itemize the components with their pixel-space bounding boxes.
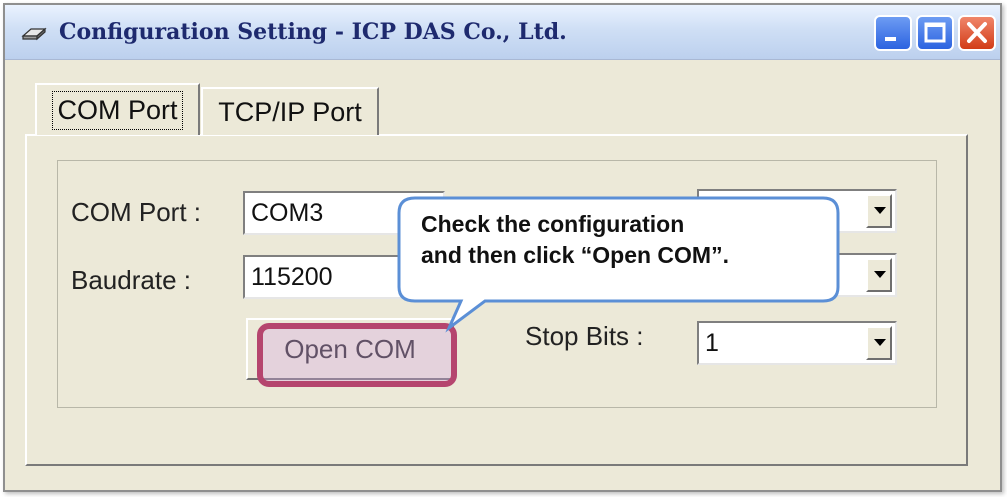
configuration-window: Configuration Setting - ICP DAS Co., Ltd…: [3, 3, 1002, 492]
minimize-icon: [885, 37, 896, 41]
chevron-down-icon: [874, 207, 886, 214]
tab-tcp-ip-port-label: TCP/IP Port: [218, 96, 362, 127]
window-title: Configuration Setting - ICP DAS Co., Ltd…: [59, 19, 567, 45]
callout-line-2: and then click “Open COM”.: [421, 242, 729, 268]
tab-com-port[interactable]: COM Port: [35, 83, 200, 135]
parity-dropdown-button[interactable]: [866, 258, 892, 292]
data-bits-dropdown-button[interactable]: [866, 194, 892, 228]
tab-tcp-ip-port[interactable]: TCP/IP Port: [201, 87, 379, 135]
maximize-icon: [924, 22, 946, 43]
tab-com-port-label: COM Port: [52, 90, 183, 130]
stop-bits-dropdown-button[interactable]: [866, 326, 892, 360]
close-button[interactable]: [958, 15, 996, 51]
app-icon: [21, 27, 47, 41]
baudrate-label: Baudrate :: [71, 265, 191, 295]
maximize-button[interactable]: [916, 15, 954, 51]
chevron-down-icon: [874, 271, 886, 278]
instruction-callout: Check the configuration and then click “…: [393, 195, 841, 335]
com-port-value: COM3: [251, 198, 324, 227]
close-icon: [967, 22, 987, 43]
baudrate-value: 115200: [251, 262, 333, 291]
callout-line-1: Check the configuration: [421, 211, 685, 237]
com-port-label: COM Port :: [71, 197, 202, 227]
chevron-down-icon: [874, 339, 886, 346]
title-bar[interactable]: Configuration Setting - ICP DAS Co., Ltd…: [5, 5, 1000, 60]
minimize-button[interactable]: [874, 15, 912, 51]
